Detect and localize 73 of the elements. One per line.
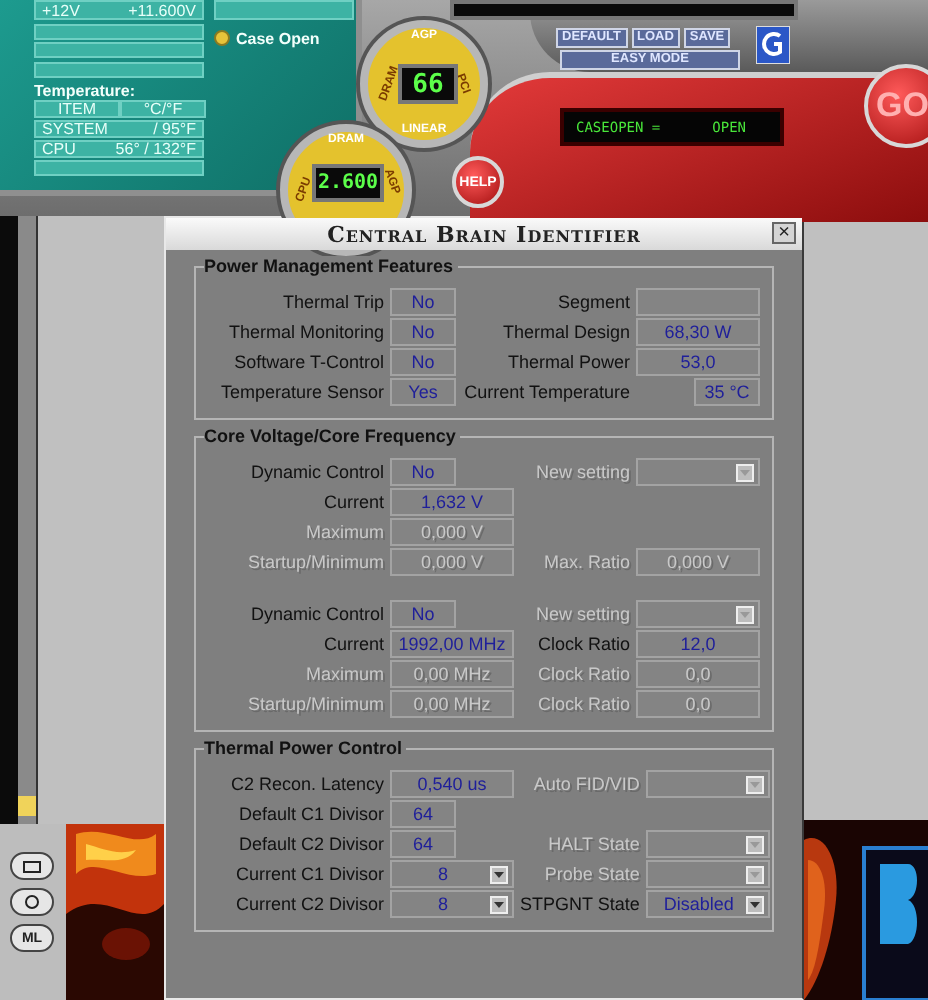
value-field[interactable]: 0,540 us bbox=[390, 770, 514, 798]
temperature-row: SYSTEM / 95°F bbox=[34, 120, 204, 138]
radio-label: Case Open bbox=[236, 29, 320, 47]
logo-icon bbox=[756, 26, 790, 64]
field-label: Temperature Sensor bbox=[218, 382, 384, 402]
field-label: Segment bbox=[555, 292, 630, 312]
value-field[interactable] bbox=[636, 288, 760, 316]
value-field[interactable]: 1992,00 MHz bbox=[390, 630, 514, 658]
dropdown[interactable]: 8 bbox=[390, 860, 514, 888]
window-icon bbox=[22, 859, 42, 873]
field-label: Startup/Minimum bbox=[245, 694, 384, 714]
field-label: Current bbox=[321, 492, 384, 512]
group-title: Thermal Power Control bbox=[204, 738, 407, 758]
value-field[interactable]: Yes bbox=[390, 378, 456, 406]
dropdown[interactable]: 8 bbox=[390, 890, 514, 918]
value-field[interactable]: 68,30 W bbox=[636, 318, 760, 346]
value-field[interactable]: No bbox=[390, 348, 456, 376]
dropdown-arrow-icon[interactable] bbox=[489, 895, 508, 913]
field-label: Default C1 Divisor bbox=[236, 804, 384, 824]
value-field[interactable]: 53,0 bbox=[636, 348, 760, 376]
field-label: New setting bbox=[533, 462, 630, 482]
field-label: Probe State bbox=[542, 864, 640, 884]
value-field[interactable]: 64 bbox=[390, 830, 456, 858]
dropdown[interactable]: Disabled bbox=[645, 890, 770, 918]
gauge-readout: 2.600 bbox=[312, 164, 384, 202]
field-label: Auto FID/VID bbox=[531, 774, 640, 794]
value-field[interactable]: No bbox=[390, 458, 456, 486]
field-label: Default C2 Divisor bbox=[236, 834, 384, 854]
group-title: Power Management Features bbox=[204, 256, 458, 276]
field-label: Current Temperature bbox=[462, 382, 630, 402]
column-header: ITEM bbox=[34, 100, 120, 118]
field-label: STPGNT State bbox=[520, 894, 640, 914]
field-label: Software T-Control bbox=[232, 352, 384, 372]
dock-button[interactable] bbox=[10, 888, 54, 916]
temperature-row: CPU 56° / 132°F bbox=[34, 140, 204, 158]
field-label: C2 Recon. Latency bbox=[228, 774, 384, 794]
field-label: Dynamic Control bbox=[248, 604, 384, 624]
dock-button[interactable] bbox=[10, 852, 54, 880]
field-label: Maximum bbox=[303, 522, 384, 542]
field-label: Clock Ratio bbox=[535, 694, 630, 714]
field-label: Thermal Monitoring bbox=[226, 322, 384, 342]
dropdown-arrow-icon[interactable] bbox=[489, 865, 508, 883]
field-label: New setting bbox=[533, 604, 630, 624]
cycle-icon bbox=[22, 894, 42, 910]
field-label: Max. Ratio bbox=[541, 552, 630, 572]
gauge-readout: 66 bbox=[398, 64, 458, 104]
group-title: Core Voltage/Core Frequency bbox=[204, 426, 460, 446]
dropdown-arrow-icon[interactable] bbox=[745, 895, 764, 913]
field-label: Current bbox=[321, 634, 384, 654]
value-field[interactable]: 64 bbox=[390, 800, 456, 828]
field-label: Clock Ratio bbox=[535, 634, 630, 654]
column-header: °C/°F bbox=[120, 100, 206, 118]
field-label: Maximum bbox=[303, 664, 384, 684]
field-label: Thermal Design bbox=[500, 322, 630, 342]
close-button[interactable]: × bbox=[772, 222, 796, 244]
voltage-row: +12V +11.600V bbox=[34, 0, 204, 20]
field-label: Startup/Minimum bbox=[245, 552, 384, 572]
field-label: Clock Ratio bbox=[535, 664, 630, 684]
value-field[interactable]: 1,632 V bbox=[390, 488, 514, 516]
field-label: Thermal Trip bbox=[280, 292, 384, 312]
value-field[interactable]: 35 °C bbox=[694, 378, 760, 406]
field-label: Current C2 Divisor bbox=[233, 894, 384, 914]
value-field[interactable]: No bbox=[390, 288, 456, 316]
empty-row bbox=[214, 0, 354, 20]
field-label: Thermal Power bbox=[505, 352, 630, 372]
value-field[interactable]: 12,0 bbox=[636, 630, 760, 658]
value-field[interactable]: No bbox=[390, 318, 456, 346]
section-heading: Temperature: bbox=[34, 82, 136, 100]
value-field[interactable]: No bbox=[390, 600, 456, 628]
field-label: Current C1 Divisor bbox=[233, 864, 384, 884]
scrollbar[interactable] bbox=[18, 216, 38, 824]
field-label: HALT State bbox=[546, 834, 640, 854]
field-label: Dynamic Control bbox=[248, 462, 384, 482]
